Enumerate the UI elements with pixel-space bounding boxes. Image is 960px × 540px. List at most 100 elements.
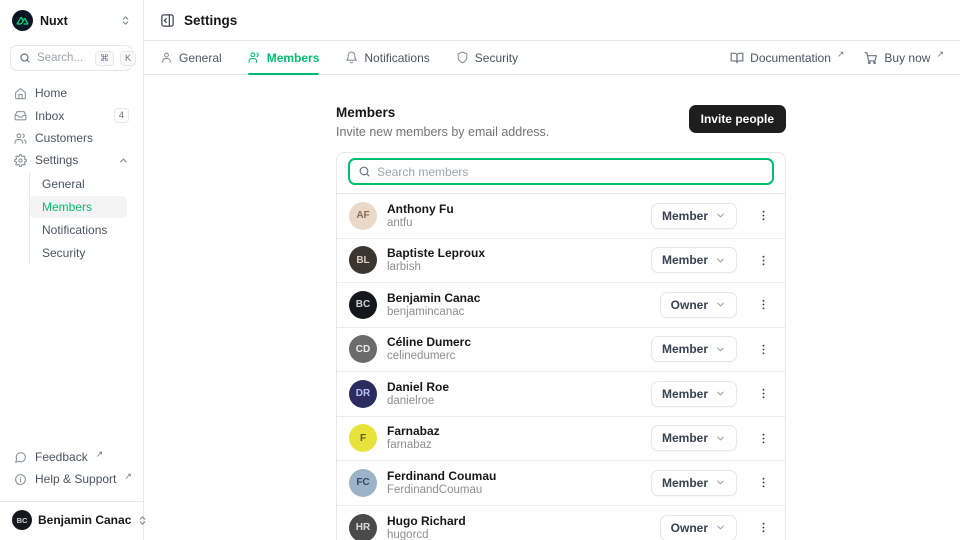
row-menu-kebab-icon[interactable] — [753, 209, 773, 222]
tab-label: General — [179, 51, 222, 65]
role-select[interactable]: Member — [651, 470, 737, 496]
row-menu-kebab-icon[interactable] — [753, 387, 773, 400]
member-name: Céline Dumerc — [387, 335, 471, 349]
sidebar-item-customers[interactable]: Customers — [8, 128, 135, 148]
row-menu-kebab-icon[interactable] — [753, 476, 773, 489]
chevron-down-icon — [715, 299, 726, 310]
sidebar: Nuxt ⌘ K Home Inbo — [0, 0, 144, 540]
sidebar-item-notifications[interactable]: Notifications — [30, 219, 127, 241]
shopping-cart-icon — [864, 51, 878, 65]
search-icon — [358, 165, 371, 178]
members-subtitle: Invite new members by email address. — [336, 125, 549, 139]
sidebar-item-settings[interactable]: Settings — [8, 150, 135, 170]
kbd-k: K — [120, 51, 136, 66]
member-row: AF Anthony Fu antfu Member — [337, 194, 785, 239]
avatar: HR — [349, 514, 377, 540]
role-value: Owner — [671, 298, 708, 312]
sidebar-collapse-icon[interactable] — [160, 13, 175, 28]
external-link-icon: ↗ — [837, 49, 845, 60]
help-support-link[interactable]: Help & Support ↗ — [8, 469, 135, 489]
sidebar-search[interactable]: ⌘ K — [10, 45, 133, 71]
members-title: Members — [336, 105, 549, 120]
tab-general[interactable]: General — [160, 41, 222, 74]
tab-label: Notifications — [364, 51, 429, 65]
member-name: Farnabaz — [387, 424, 440, 438]
sidebar-item-members[interactable]: Members — [30, 196, 127, 218]
chevron-down-icon — [715, 388, 726, 399]
tab-notifications[interactable]: Notifications — [345, 41, 429, 74]
member-row: HR Hugo Richard hugorcd Owner — [337, 506, 785, 540]
sidebar-item-home[interactable]: Home — [8, 83, 135, 103]
user-menu[interactable]: BC Benjamin Canac — [0, 501, 143, 540]
member-name: Hugo Richard — [387, 514, 466, 528]
documentation-label: Documentation — [750, 51, 831, 65]
role-select[interactable]: Member — [651, 203, 737, 229]
row-menu-kebab-icon[interactable] — [753, 298, 773, 311]
users-icon — [14, 132, 27, 145]
help-support-label: Help & Support — [35, 472, 116, 486]
role-value: Owner — [671, 521, 708, 535]
settings-subnav: General Members Notifications Security — [29, 173, 135, 264]
member-row: DR Daniel Roe danielroe Member — [337, 372, 785, 417]
sidebar-item-label: Inbox — [35, 109, 64, 123]
role-select[interactable]: Owner — [660, 292, 737, 318]
role-select[interactable]: Member — [651, 425, 737, 451]
role-select[interactable]: Owner — [660, 515, 737, 540]
documentation-link[interactable]: Documentation ↗ — [730, 41, 844, 74]
header-links: Documentation ↗ Buy now ↗ — [730, 41, 944, 74]
members-search-box — [348, 158, 774, 185]
bell-icon — [345, 51, 358, 64]
avatar: DR — [349, 380, 377, 408]
workspace-name: Nuxt — [40, 14, 68, 28]
chevron-up-icon — [118, 155, 129, 166]
sidebar-item-inbox[interactable]: Inbox 4 — [8, 105, 135, 126]
sidebar-nav: Home Inbox 4 Customers Settings — [0, 83, 143, 264]
row-menu-kebab-icon[interactable] — [753, 521, 773, 534]
member-name: Anthony Fu — [387, 202, 454, 216]
tab-label: Members — [267, 51, 320, 65]
member-username: hugorcd — [387, 529, 466, 540]
tab-members[interactable]: Members — [248, 41, 320, 74]
sidebar-search-input[interactable] — [37, 52, 89, 64]
external-link-icon: ↗ — [96, 449, 104, 460]
role-select[interactable]: Member — [651, 247, 737, 273]
gear-icon — [14, 154, 27, 167]
chevron-down-icon — [715, 433, 726, 444]
buy-now-link[interactable]: Buy now ↗ — [864, 41, 944, 74]
tabbar: General Members Notifications — [144, 41, 960, 75]
member-name: Ferdinand Coumau — [387, 469, 496, 483]
avatar: AF — [349, 202, 377, 230]
sidebar-item-general[interactable]: General — [30, 173, 127, 195]
buy-now-label: Buy now — [884, 51, 930, 65]
tab-security[interactable]: Security — [456, 41, 518, 74]
app-window: Nuxt ⌘ K Home Inbo — [0, 0, 960, 540]
role-value: Member — [662, 476, 708, 490]
page-header: Settings — [144, 0, 960, 41]
member-row: BL Baptiste Leproux larbish Member — [337, 239, 785, 284]
feedback-link[interactable]: Feedback ↗ — [8, 447, 135, 467]
invite-people-button[interactable]: Invite people — [689, 105, 786, 133]
avatar: BC — [349, 291, 377, 319]
speech-bubble-icon — [14, 451, 27, 464]
shield-icon — [456, 51, 469, 64]
members-search-input[interactable] — [377, 165, 764, 179]
workspace-switcher[interactable]: Nuxt — [0, 0, 143, 39]
user-avatar: BC — [12, 510, 32, 530]
kbd-meta: ⌘ — [95, 51, 114, 66]
row-menu-kebab-icon[interactable] — [753, 343, 773, 356]
search-icon — [19, 52, 31, 64]
member-row: F Farnabaz farnabaz Member — [337, 417, 785, 462]
main-panel: Settings General Members — [144, 0, 960, 540]
member-username: antfu — [387, 217, 454, 230]
members-header: Members Invite new members by email addr… — [336, 105, 786, 139]
row-menu-kebab-icon[interactable] — [753, 432, 773, 445]
role-select[interactable]: Member — [651, 336, 737, 362]
role-select[interactable]: Member — [651, 381, 737, 407]
role-value: Member — [662, 387, 708, 401]
members-card: AF Anthony Fu antfu Member BL Baptiste L… — [336, 152, 786, 540]
user-name: Benjamin Canac — [38, 513, 131, 527]
sidebar-item-security[interactable]: Security — [30, 242, 127, 264]
row-menu-kebab-icon[interactable] — [753, 254, 773, 267]
member-row: CD Céline Dumerc celinedumerc Member — [337, 328, 785, 373]
external-link-icon: ↗ — [936, 49, 944, 60]
